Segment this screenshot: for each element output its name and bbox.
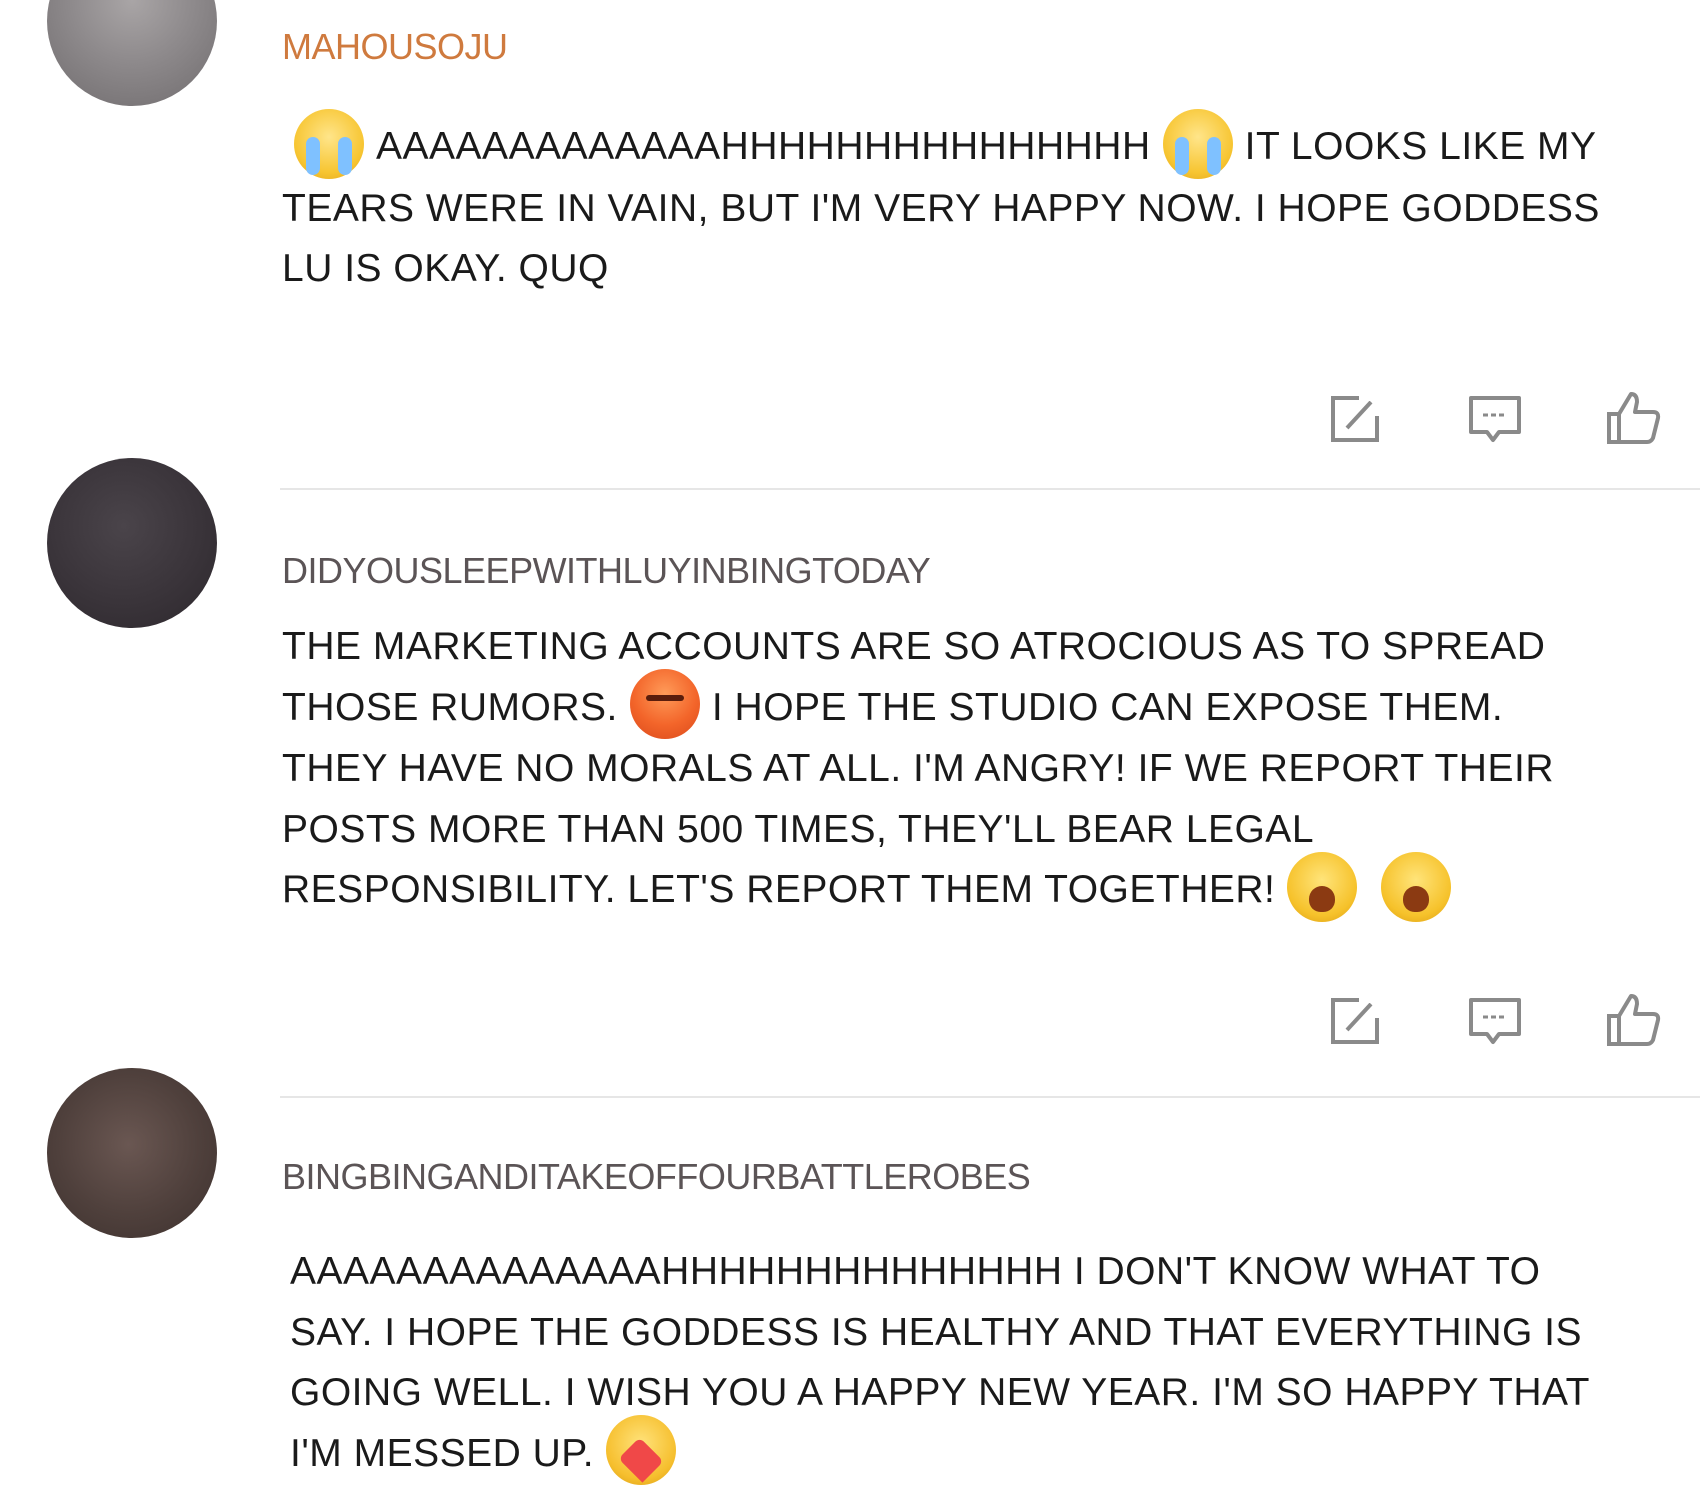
- comment-text-segment: AAAAAAAAAAAAAAHHHHHHHHHHHHHH I DON'T KNO…: [290, 1250, 1590, 1475]
- comment-text: AAAAAAAAAAAAAHHHHHHHHHHHHHHH IT LOOKS LIK…: [282, 108, 1612, 300]
- comment-actions: [1280, 388, 1700, 452]
- comment-text-segment: AAAAAAAAAAAAAHHHHHHHHHHHHHHH: [376, 125, 1151, 168]
- comment-icon[interactable]: [1465, 388, 1525, 448]
- share-icon[interactable]: [1327, 388, 1387, 448]
- hugging-emoji-icon: [606, 1415, 677, 1486]
- thumbs-up-icon[interactable]: [1603, 990, 1663, 1050]
- crying-emoji-icon: [294, 108, 364, 179]
- crying-emoji-icon: [1162, 108, 1233, 179]
- share-icon[interactable]: [1327, 990, 1387, 1050]
- comment-actions: [1280, 990, 1700, 1054]
- avatar[interactable]: [47, 0, 217, 106]
- comment-username[interactable]: Mahousoju: [282, 26, 508, 68]
- avatar[interactable]: [47, 1068, 217, 1238]
- comment-text: AAAAAAAAAAAAAAHHHHHHHHHHHHHH I DON'T KNO…: [290, 1242, 1620, 1486]
- angry-emoji-icon: [629, 669, 700, 740]
- comment-icon[interactable]: [1465, 990, 1525, 1050]
- thumbs-up-icon[interactable]: [1603, 388, 1663, 448]
- comment-username[interactable]: BingbingAndITakeOffOurBattleRobes: [282, 1156, 1031, 1198]
- comment-item: Mahousoju AAAAAAAAAAAAAHHHHHHHHHHHHHHH IT…: [0, 0, 1700, 490]
- yelling-emoji-icon: [1381, 851, 1452, 922]
- avatar[interactable]: [47, 458, 217, 628]
- comment-item: DidYouSleepWithLuYinbingToday THE MARKET…: [0, 458, 1700, 1098]
- comment-item: BingbingAndITakeOffOurBattleRobes AAAAAA…: [0, 1068, 1700, 1500]
- comment-username[interactable]: DidYouSleepWithLuYinbingToday: [282, 550, 931, 592]
- comment-text: THE MARKETING ACCOUNTS ARE SO ATROCIOUS …: [282, 617, 1612, 922]
- yelling-emoji-icon: [1287, 851, 1358, 922]
